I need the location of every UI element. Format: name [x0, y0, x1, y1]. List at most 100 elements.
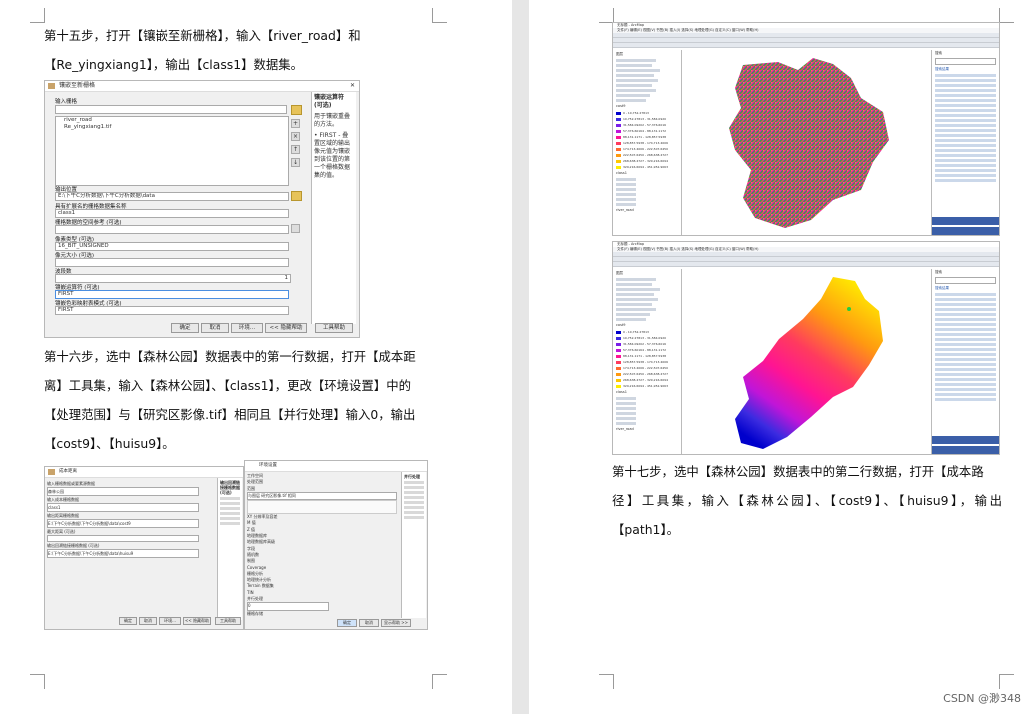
toc-layer[interactable]: 图层: [616, 271, 678, 276]
browse-folder-icon[interactable]: [291, 191, 302, 201]
step16-line3: 【处理范围】与【研究区影像.tif】相同且【并行处理】输入0，输出: [44, 407, 416, 422]
env-item[interactable]: 栅格存储: [247, 611, 397, 617]
search-tab[interactable]: 搜索: [932, 50, 999, 56]
legend-row: 128,857.5938 - 174,713.4006: [616, 141, 678, 145]
move-down-icon[interactable]: ↓: [291, 158, 300, 167]
env-extent-field[interactable]: 与图层 研究区影像.tif 相同: [247, 491, 397, 501]
legend-swatch: [616, 330, 621, 334]
toolbar-row[interactable]: [613, 262, 999, 267]
side-panel-bar[interactable]: [932, 446, 999, 454]
remove-icon[interactable]: ×: [291, 132, 300, 141]
ok-button[interactable]: 确定: [337, 619, 357, 627]
menu-item[interactable]: 书签(B): [656, 247, 668, 251]
legend-value: 31,584.09202 - 57,376.6016: [623, 342, 667, 346]
browse-folder-icon[interactable]: [291, 105, 302, 115]
toc-layer[interactable]: class1: [616, 390, 678, 395]
move-up-icon[interactable]: ↑: [291, 145, 300, 154]
pixel-type-select[interactable]: 16_BIT_UNSIGNED: [55, 242, 289, 251]
cancel-button[interactable]: 取消: [201, 323, 229, 333]
hide-help-button[interactable]: << 隐藏帮助: [183, 617, 211, 625]
legend-swatch: [616, 336, 621, 340]
source-field[interactable]: 森林公园: [47, 487, 199, 496]
document-page-right: 无标题 - ArcMap 文件(F) 编辑(E) 视图(V) 书签(B) 插入(…: [529, 0, 1033, 714]
menu-item[interactable]: 选择(S): [681, 28, 693, 32]
table-of-contents[interactable]: 图层 cost9 0 - 10,752.27813 10,752.27813 -…: [613, 50, 682, 235]
menu-item[interactable]: 书签(B): [656, 28, 668, 32]
tool-help-button[interactable]: 工具帮助: [315, 323, 353, 333]
cancel-button[interactable]: 取消: [139, 617, 157, 625]
cell-size-field[interactable]: [55, 258, 289, 267]
menu-item[interactable]: 编辑(E): [630, 28, 642, 32]
menu-item[interactable]: 自定义(C): [715, 247, 731, 251]
menu-item[interactable]: 视图(V): [643, 28, 655, 32]
side-panel-bar[interactable]: [932, 227, 999, 235]
mosaic-dialog-title: 镶嵌至新栅格: [59, 82, 96, 89]
side-panel-bar[interactable]: [932, 436, 999, 444]
cost-raster-field[interactable]: class1: [47, 503, 199, 512]
toolbar-row[interactable]: [613, 43, 999, 48]
menu-item[interactable]: 编辑(E): [630, 247, 642, 251]
step17-paragraph: 第十七步，选中【森林公园】数据表中的第二行数据，打开【成本路 径】工具集，输入【…: [612, 457, 1002, 544]
mosaic-operator-select[interactable]: FIRST: [55, 290, 289, 299]
backlink-field[interactable]: E:\下午C分析数据\下午C分析数据\data\huisu9: [47, 549, 199, 558]
search-panel[interactable]: 搜索 搜索结果: [931, 269, 999, 454]
ok-button[interactable]: 确定: [171, 323, 199, 333]
close-icon[interactable]: ✕: [350, 81, 355, 91]
map-canvas[interactable]: [683, 50, 931, 235]
menu-item[interactable]: 插入(I): [669, 28, 680, 32]
search-input[interactable]: [935, 277, 996, 284]
env-title: 环境设置: [259, 463, 277, 468]
table-of-contents[interactable]: 图层 cost9 0 - 10,752.27813 10,752.27813 -…: [613, 269, 682, 454]
menu-item[interactable]: 地理处理(G): [694, 28, 713, 32]
legend-value: 128,857.5938 - 174,713.4006: [623, 141, 668, 145]
legend-row: 57,376.60164 - 88,131.1172: [616, 129, 678, 133]
dataset-name-field[interactable]: class1: [55, 209, 289, 218]
ok-button[interactable]: 确定: [119, 617, 137, 625]
output-location-field[interactable]: E:\下午C分析数据\下午C分析数据\data: [55, 192, 289, 201]
legend-swatch: [616, 111, 621, 115]
toc-layer[interactable]: class1: [616, 171, 678, 176]
menu-item[interactable]: 文件(F): [617, 247, 629, 251]
colormap-mode-select[interactable]: FIRST: [55, 306, 289, 315]
menu-item[interactable]: 文件(F): [617, 28, 629, 32]
search-panel[interactable]: 搜索 搜索结果: [931, 50, 999, 235]
menu-item[interactable]: 帮助(H): [746, 28, 758, 32]
env-parallel-field[interactable]: 0: [247, 602, 329, 611]
input-raster-item[interactable]: Re_yingxiang1.tif: [58, 124, 288, 131]
menu-item[interactable]: 自定义(C): [715, 28, 731, 32]
margin-mark-bl: [30, 674, 45, 689]
input-raster-dropdown[interactable]: [55, 105, 287, 114]
toc-layer[interactable]: cost9: [616, 323, 678, 328]
input-raster-item[interactable]: river_road: [58, 117, 288, 124]
toc-layer[interactable]: cost9: [616, 104, 678, 109]
search-input[interactable]: [935, 58, 996, 65]
spatial-ref-field[interactable]: [55, 225, 289, 234]
side-panel-bar[interactable]: [932, 217, 999, 225]
toc-layer[interactable]: river_road: [616, 208, 678, 213]
environments-button[interactable]: 环境...: [231, 323, 263, 333]
search-tab[interactable]: 搜索: [932, 269, 999, 275]
hide-help-button[interactable]: << 隐藏帮助: [265, 323, 307, 333]
field-label: 输出回溯链接栅格数据 (可选): [47, 543, 100, 548]
max-distance-field[interactable]: [47, 535, 199, 542]
spatial-ref-icon[interactable]: [291, 224, 300, 233]
map-canvas[interactable]: [683, 269, 931, 454]
output-distance-field[interactable]: E:\下午C分析数据\下午C分析数据\data\cost9: [47, 519, 199, 528]
tool-help-button[interactable]: 工具帮助: [215, 617, 241, 625]
menu-item[interactable]: 地理处理(G): [694, 247, 713, 251]
toc-layer[interactable]: river_road: [616, 427, 678, 432]
show-help-button[interactable]: 显示帮助 >>: [381, 619, 411, 627]
bands-field[interactable]: 1: [55, 274, 291, 283]
add-icon[interactable]: +: [291, 119, 300, 128]
menu-item[interactable]: 窗口(W): [732, 28, 745, 32]
menu-item[interactable]: 帮助(H): [746, 247, 758, 251]
step15-line2: 【Re_yingxiang1】，输出【class1】数据集。: [44, 57, 304, 72]
menu-item[interactable]: 选择(S): [681, 247, 693, 251]
help-bullet: • FIRST - 叠置区域的输出像元值为镶嵌到该位置的第一个栅格数据集的值。: [314, 132, 351, 179]
cancel-button[interactable]: 取消: [359, 619, 379, 627]
toc-layer[interactable]: 图层: [616, 52, 678, 57]
environments-button[interactable]: 环境...: [159, 617, 181, 625]
menu-item[interactable]: 窗口(W): [732, 247, 745, 251]
menu-item[interactable]: 插入(I): [669, 247, 680, 251]
menu-item[interactable]: 视图(V): [643, 247, 655, 251]
